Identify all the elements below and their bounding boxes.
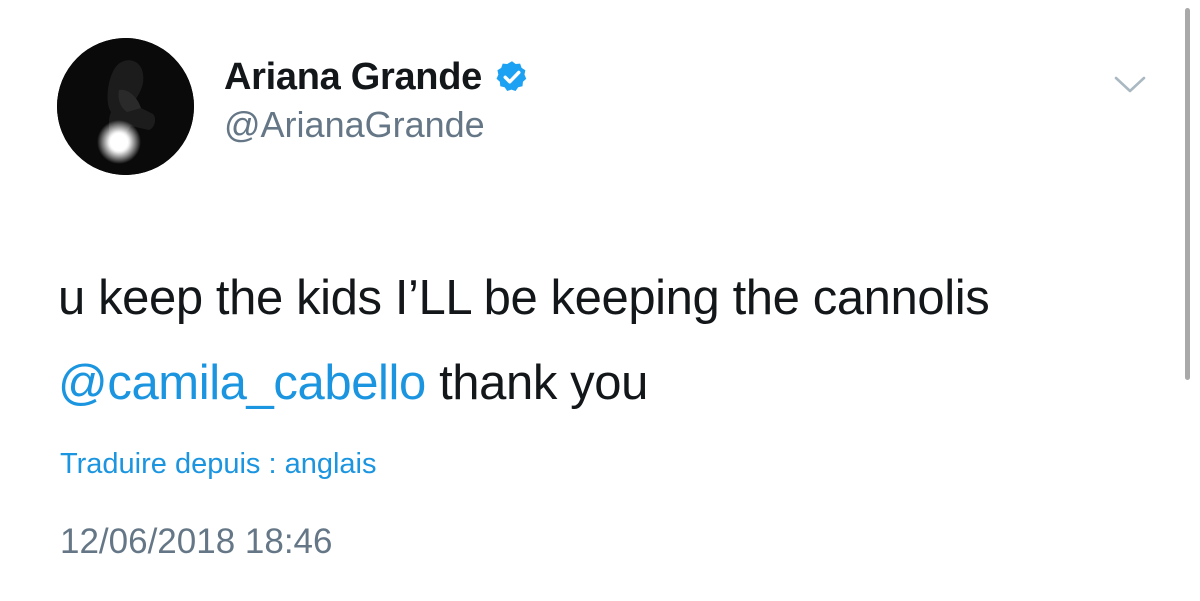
tweet-text-tail: thank you bbox=[425, 356, 648, 410]
tweet-text: u keep the kids I’LL be keeping the cann… bbox=[58, 256, 1168, 426]
scrollbar[interactable] bbox=[1185, 8, 1190, 380]
verified-badge-icon bbox=[494, 59, 530, 95]
translate-link[interactable]: Traduire depuis : anglais bbox=[60, 448, 377, 481]
profile-photo bbox=[57, 38, 194, 175]
chevron-down-icon[interactable] bbox=[1110, 70, 1150, 100]
author-handle[interactable]: @ArianaGrande bbox=[224, 104, 485, 146]
tweet-card: Ariana Grande @ArianaGrande u keep the k… bbox=[0, 0, 1200, 601]
mention-link[interactable]: @camila_cabello bbox=[58, 356, 426, 410]
tweet-text-line-2: @camila_cabello thank you bbox=[58, 341, 1168, 426]
tweet-timestamp: 12/06/2018 18:46 bbox=[60, 522, 333, 561]
display-name[interactable]: Ariana Grande bbox=[224, 56, 482, 99]
tweet-text-line-1: u keep the kids I’LL be keeping the cann… bbox=[58, 271, 990, 325]
author-name-row[interactable]: Ariana Grande bbox=[224, 52, 530, 102]
avatar[interactable] bbox=[57, 38, 194, 175]
